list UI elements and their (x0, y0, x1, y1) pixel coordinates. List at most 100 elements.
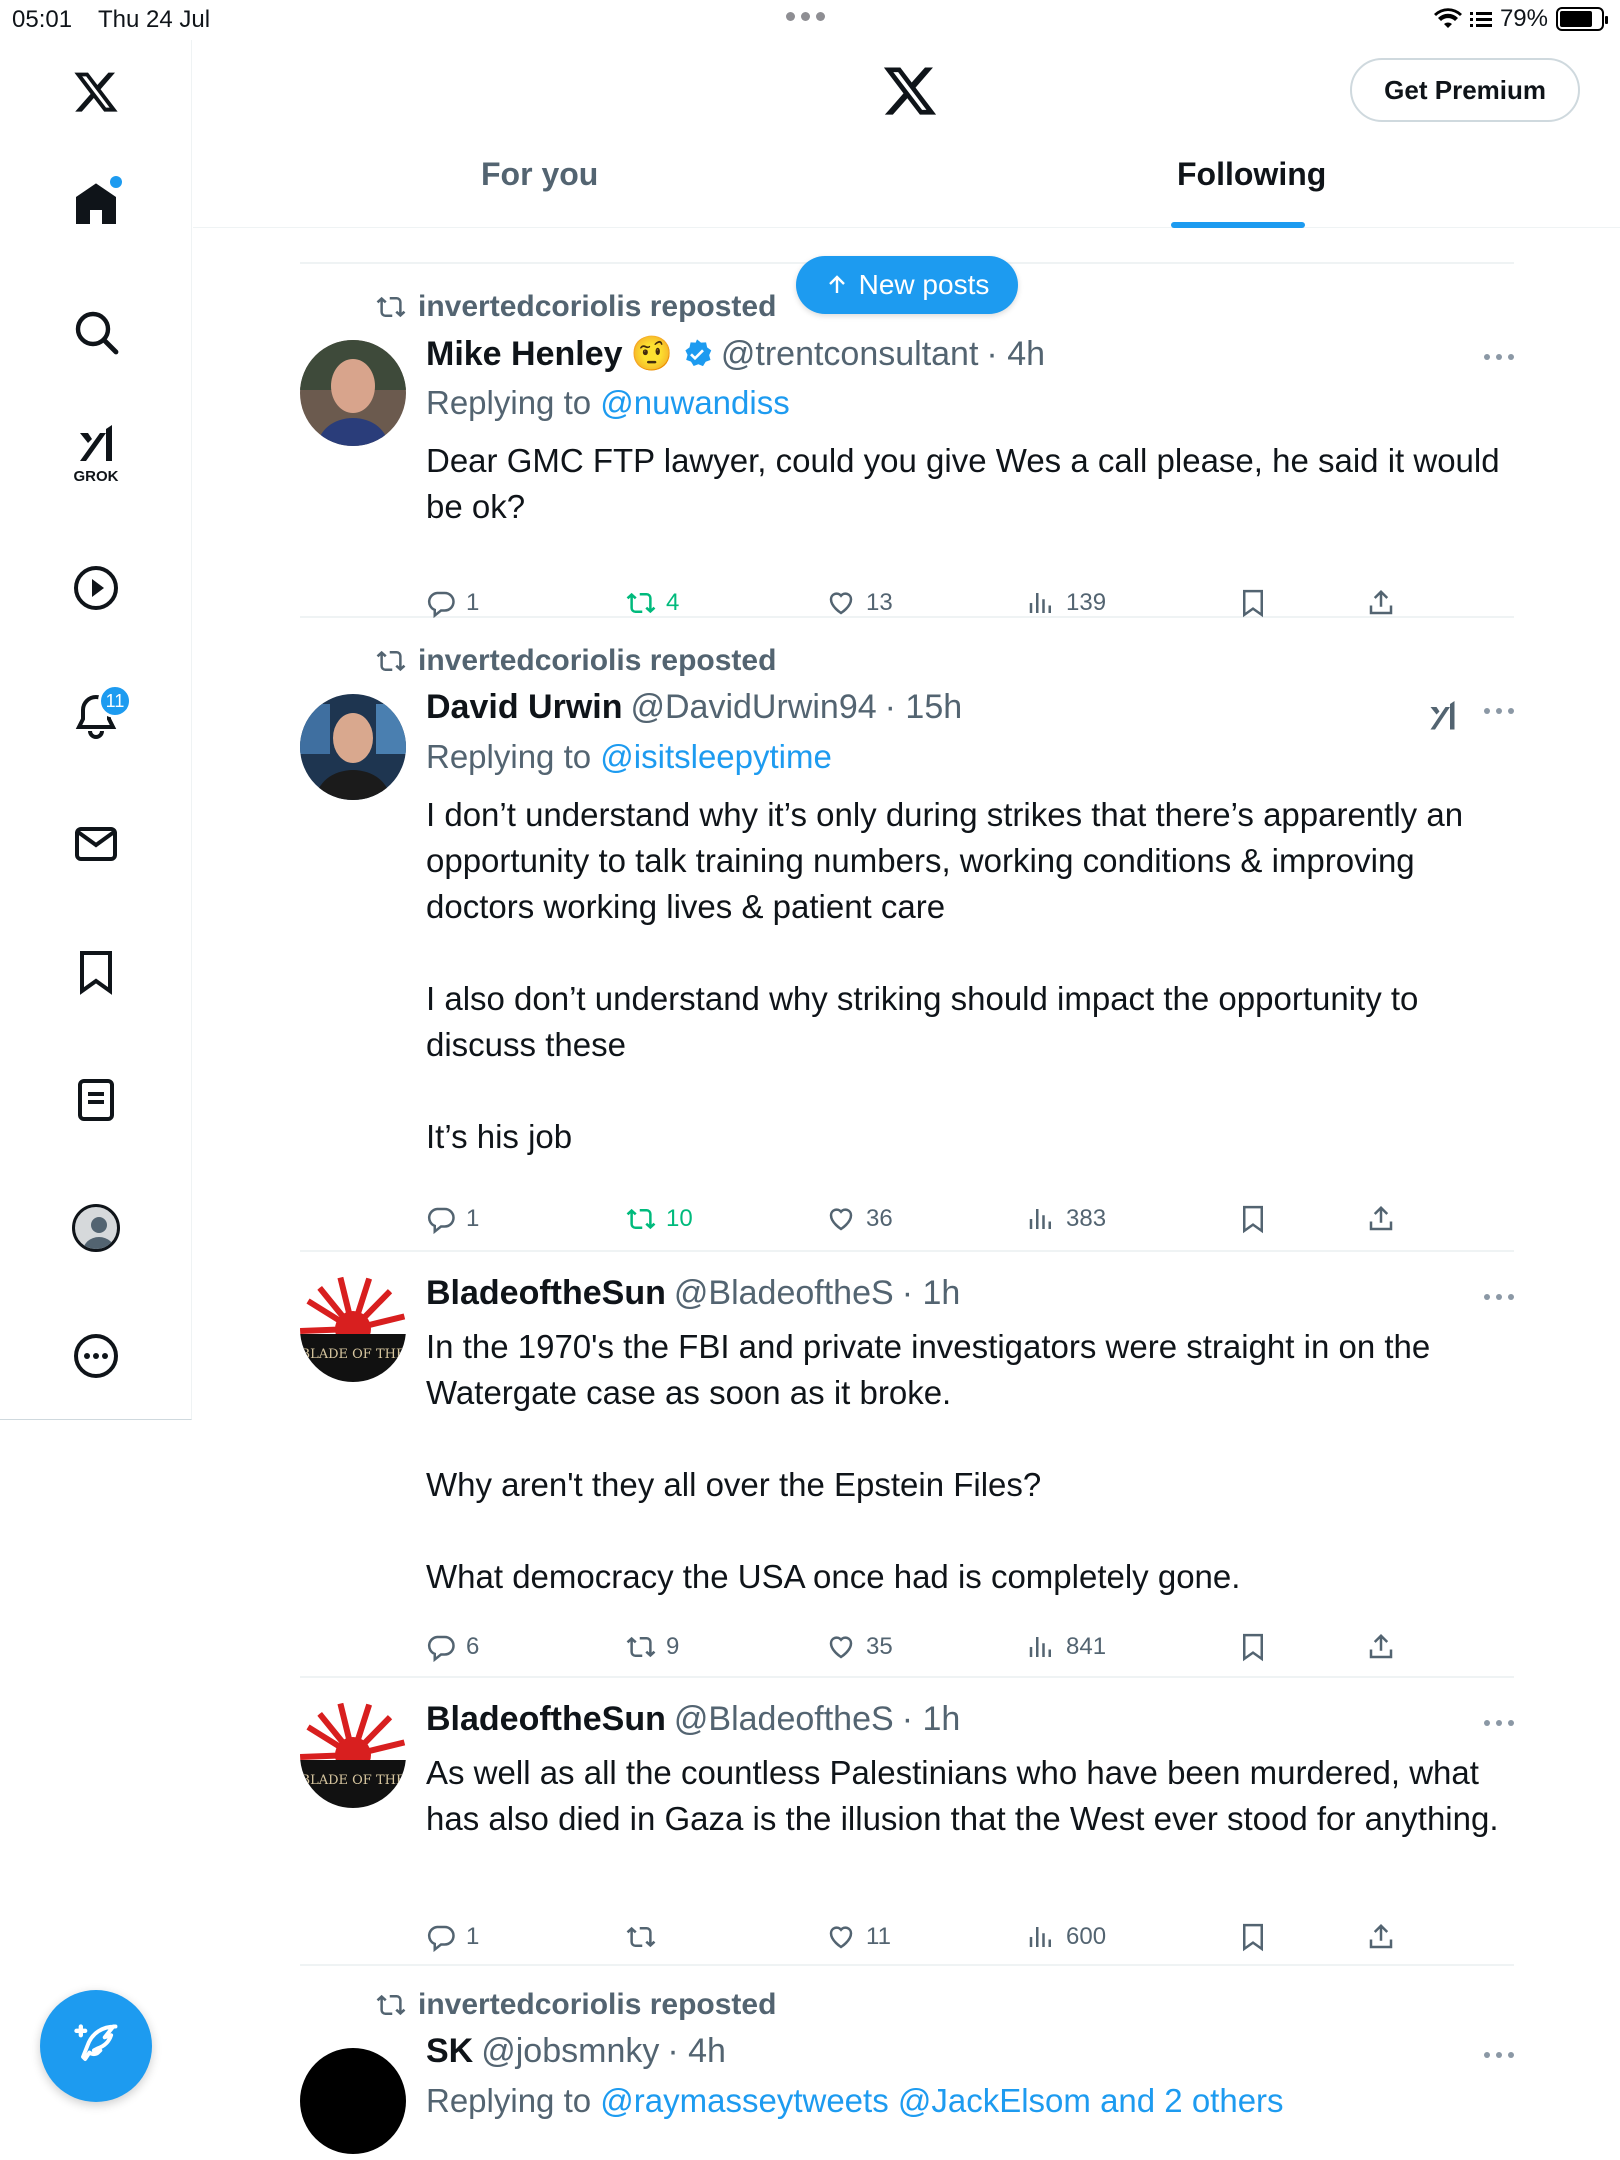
views-count: 600 (1066, 1923, 1107, 1950)
post-card[interactable]: invertedcoriolis reposted Mike Henley 🤨 … (300, 264, 1514, 618)
avatar[interactable] (300, 340, 406, 446)
repost-icon (376, 1994, 406, 2016)
compose-post-button[interactable] (40, 1990, 152, 2102)
like-button[interactable]: 35 (826, 1632, 893, 1662)
sidebar-item-notifications[interactable]: 11 (66, 684, 132, 746)
status-bar: 05:01 Thu 24 Jul 79% (0, 0, 1620, 40)
reply-button[interactable]: 6 (426, 1632, 479, 1662)
sidebar-item-more[interactable] (66, 1326, 126, 1386)
post-card[interactable]: BLADE OF THE BladeoftheSun @BladeoftheS … (300, 1678, 1514, 1964)
reply-icon (427, 591, 455, 618)
sidebar-item-lists[interactable] (66, 1070, 126, 1130)
avatar[interactable] (300, 694, 406, 800)
repost-button[interactable]: 4 (626, 588, 679, 618)
timeline-header: Get Premium For you Following (193, 40, 1620, 228)
views-button[interactable]: 841 (1026, 1632, 1106, 1662)
post-time[interactable]: · 1h (902, 1274, 961, 1313)
sidebar-item-video[interactable] (66, 558, 126, 618)
sidebar-item-grok[interactable]: GROK (66, 422, 126, 485)
multitasking-dots-icon[interactable] (786, 12, 825, 21)
author-handle[interactable]: @jobsmnky (481, 2032, 659, 2071)
like-button[interactable]: 36 (826, 1204, 893, 1234)
replying-to-link[interactable]: @isitsleepytime (600, 738, 832, 775)
post-time[interactable]: · 1h (902, 1700, 961, 1739)
repost-button[interactable] (626, 1922, 666, 1952)
author-handle[interactable]: @BladeoftheS (674, 1274, 894, 1313)
post-header: BladeoftheSun @BladeoftheS · 1h (426, 1700, 960, 1739)
tab-following[interactable]: Following (1177, 156, 1326, 228)
replying-to-link[interactable]: @nuwandiss (600, 384, 789, 421)
reply-button[interactable]: 1 (426, 588, 479, 618)
bookmark-button[interactable] (1238, 1922, 1268, 1952)
post-more-icon[interactable] (1484, 1720, 1514, 1728)
x-logo-icon[interactable] (66, 62, 126, 122)
repost-label: invertedcoriolis reposted (418, 644, 777, 677)
avatar-text: BLADE OF THE (301, 1347, 406, 1362)
grok-explain-icon[interactable] (1426, 698, 1462, 734)
avatar[interactable]: BLADE OF THE (300, 1276, 406, 1382)
share-button[interactable] (1366, 1204, 1396, 1234)
views-button[interactable]: 383 (1026, 1204, 1106, 1234)
share-icon (1369, 1923, 1393, 1949)
author-name[interactable]: David Urwin (426, 688, 622, 727)
author-name[interactable]: SK (426, 2032, 473, 2071)
share-button[interactable] (1366, 1922, 1396, 1952)
like-button[interactable]: 13 (826, 588, 893, 618)
avatar[interactable] (300, 2048, 406, 2154)
list-icon (78, 1079, 114, 1121)
reply-icon (427, 1635, 455, 1662)
sidebar-item-profile[interactable] (66, 1198, 126, 1258)
post-time[interactable]: · 4h (986, 335, 1045, 374)
author-name[interactable]: BladeoftheSun (426, 1274, 666, 1313)
repost-icon (626, 1926, 656, 1948)
post-actions: 1 10 36 383 (426, 1204, 1426, 1244)
post-card[interactable]: invertedcoriolis reposted David Urwin @D… (300, 618, 1514, 1250)
author-name[interactable]: BladeoftheSun (426, 1700, 666, 1739)
author-name[interactable]: Mike Henley (426, 335, 623, 374)
views-icon (1029, 1927, 1051, 1947)
status-time: 05:01 (12, 6, 73, 33)
post-header: Mike Henley 🤨 @trentconsultant · 4h (426, 334, 1045, 374)
post-more-icon[interactable] (1484, 708, 1514, 716)
bookmark-button[interactable] (1238, 588, 1268, 618)
post-more-icon[interactable] (1484, 1294, 1514, 1302)
get-premium-button[interactable]: Get Premium (1350, 58, 1580, 122)
verified-badge-icon (685, 339, 712, 367)
author-handle[interactable]: @trentconsultant (721, 335, 979, 374)
replying-prefix: Replying to (426, 384, 592, 421)
post-card[interactable]: invertedcoriolis reposted SK @jobsmnky ·… (300, 1966, 1514, 2160)
like-count: 13 (866, 589, 893, 616)
tab-for-you[interactable]: For you (481, 156, 598, 228)
sidebar-item-home[interactable] (66, 174, 126, 234)
repost-button[interactable]: 10 (626, 1204, 693, 1234)
author-handle[interactable]: @BladeoftheS (674, 1700, 894, 1739)
reply-button[interactable]: 1 (426, 1204, 479, 1234)
new-posts-button[interactable]: New posts (796, 256, 1018, 314)
post-more-icon[interactable] (1484, 354, 1514, 362)
replying-to-link[interactable]: @raymasseytweets @JackElsom and 2 others (600, 2082, 1283, 2119)
reply-button[interactable]: 1 (426, 1922, 479, 1952)
sidebar-item-search[interactable] (66, 302, 126, 362)
like-button[interactable]: 11 (826, 1922, 891, 1952)
sidebar-item-bookmarks[interactable] (66, 942, 126, 1002)
avatar[interactable]: BLADE OF THE (300, 1702, 406, 1808)
views-count: 139 (1066, 589, 1107, 616)
bookmark-button[interactable] (1238, 1204, 1268, 1234)
author-handle[interactable]: @DavidUrwin94 (630, 688, 876, 727)
views-button[interactable]: 139 (1026, 588, 1106, 618)
share-button[interactable] (1366, 1632, 1396, 1662)
post-time[interactable]: · 4h (667, 2032, 726, 2071)
bookmark-icon (80, 951, 112, 995)
sidebar-item-messages[interactable] (66, 814, 126, 874)
share-button[interactable] (1366, 588, 1396, 618)
post-time[interactable]: · 15h (885, 688, 963, 727)
post-card[interactable]: BLADE OF THE BladeoftheSun @BladeoftheS … (300, 1252, 1514, 1676)
views-button[interactable]: 600 (1026, 1922, 1106, 1952)
tab-label: For you (481, 156, 599, 192)
repost-button[interactable]: 9 (626, 1632, 679, 1662)
unread-dot (110, 176, 122, 188)
x-logo-icon[interactable] (881, 62, 939, 125)
post-header: BladeoftheSun @BladeoftheS · 1h (426, 1274, 960, 1313)
post-more-icon[interactable] (1484, 2052, 1514, 2060)
bookmark-button[interactable] (1238, 1632, 1268, 1662)
